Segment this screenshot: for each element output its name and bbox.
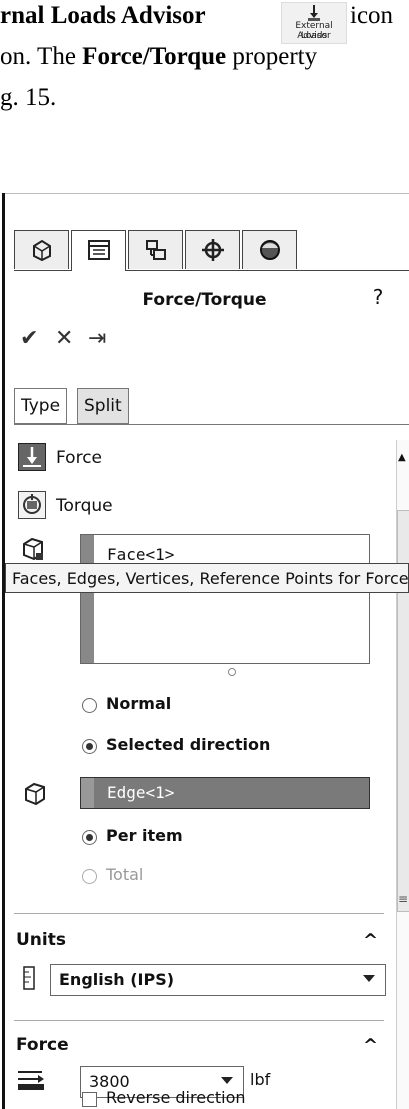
doc-line-1: rnal Loads Advisor [0, 2, 206, 30]
units-dropdown[interactable]: English (IPS) [50, 964, 386, 996]
tab-feature-manager[interactable] [14, 230, 69, 269]
units-value: English (IPS) [59, 970, 175, 989]
normal-label[interactable]: Normal [106, 694, 171, 713]
property-manager-icon [88, 240, 110, 260]
force-collapse-icon[interactable]: ^ [363, 1035, 378, 1056]
scroll-up-arrow-icon[interactable]: ▲ [398, 452, 406, 463]
total-radio[interactable] [82, 869, 97, 884]
help-icon[interactable]: ? [365, 285, 391, 311]
display-manager-icon [260, 240, 280, 260]
subtab-underline [14, 424, 409, 425]
edge-selection-icon [22, 781, 48, 807]
selected-direction-label[interactable]: Selected direction [106, 735, 270, 754]
dropdown-arrow-icon [363, 975, 375, 982]
edge-selection-item[interactable]: Edge<1> [107, 783, 174, 802]
panel-title: Force/Torque [142, 290, 267, 310]
per-item-label[interactable]: Per item [106, 826, 183, 845]
faces-selection-list[interactable]: Face<1> [80, 534, 370, 664]
torque-label[interactable]: Torque [56, 496, 113, 516]
per-item-radio[interactable] [82, 830, 97, 845]
tab-dimxpert-manager[interactable] [185, 230, 240, 269]
force-unit: lbf [250, 1070, 271, 1089]
doc-line-2-bold: Force/Torque [82, 43, 227, 70]
panel-top-border [5, 193, 409, 194]
tab-configuration-manager[interactable] [128, 230, 183, 269]
total-label[interactable]: Total [106, 865, 143, 884]
normal-radio[interactable] [82, 698, 97, 713]
configuration-manager-icon [146, 240, 166, 260]
faces-selection-bar [81, 535, 94, 663]
scroll-grip-icon: ≡ [398, 892, 409, 906]
force-dropdown-arrow-icon [221, 1077, 233, 1084]
reverse-direction-label[interactable]: Reverse direction [106, 1088, 246, 1107]
face-selection-icon [20, 536, 46, 562]
units-heading: Units [16, 930, 66, 950]
external-loads-advisor-icon: External Loads Advisor [281, 2, 347, 44]
cancel-button[interactable]: ✕ [55, 326, 73, 351]
ok-button[interactable]: ✔ [20, 326, 38, 351]
force-divider [14, 1020, 384, 1021]
force-magnitude-icon [16, 1068, 46, 1096]
doc-line-2-pre: on. The [0, 43, 83, 70]
resize-handle-icon[interactable] [228, 668, 236, 676]
faces-selection-item[interactable]: Face<1> [107, 545, 174, 564]
tab-type[interactable]: Type [14, 388, 68, 424]
doc-line-1-rest: icon [350, 2, 394, 29]
mini-icon-label-bottom: Advisor [297, 31, 331, 41]
pin-button[interactable]: ⇥ [88, 326, 106, 351]
doc-bold-text: rnal Loads Advisor [0, 2, 206, 29]
doc-line-2-post: property [226, 43, 318, 70]
doc-line-3: g. 15. [0, 84, 57, 111]
tab-split[interactable]: Split [77, 388, 129, 424]
torque-icon[interactable] [18, 491, 46, 519]
reverse-direction-checkbox[interactable] [82, 1092, 97, 1107]
tab-property-manager[interactable] [71, 230, 126, 271]
selected-direction-radio[interactable] [82, 739, 97, 754]
force-label[interactable]: Force [56, 448, 102, 468]
manager-tab-bar [14, 230, 409, 271]
doc-line-2: on. The Force/Torque property [0, 43, 317, 71]
dimxpert-icon [202, 239, 224, 261]
faces-tooltip: Faces, Edges, Vertices, Reference Points… [5, 563, 409, 593]
tab-display-manager[interactable] [242, 230, 297, 269]
force-heading: Force [16, 1035, 69, 1055]
edge-selection-box[interactable]: Edge<1> [80, 777, 370, 809]
units-collapse-icon[interactable]: ^ [363, 930, 378, 951]
force-icon[interactable] [18, 443, 46, 471]
feature-manager-icon [33, 239, 51, 262]
units-icon [22, 966, 36, 994]
edge-selection-bar [81, 778, 94, 808]
units-divider [14, 913, 384, 914]
